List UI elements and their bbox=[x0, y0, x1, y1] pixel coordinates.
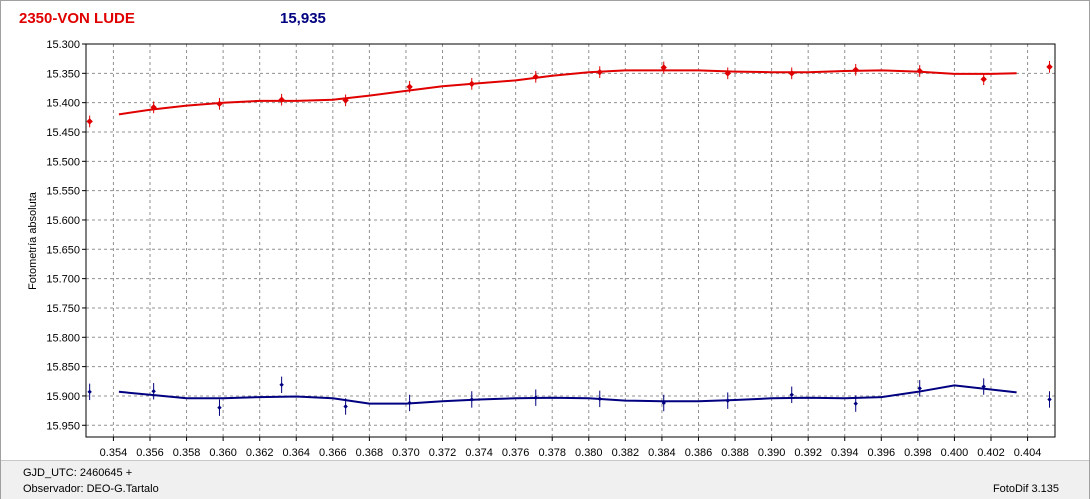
x-tick-label: 0.384 bbox=[648, 447, 676, 459]
data-point bbox=[597, 396, 602, 402]
data-point bbox=[406, 83, 413, 91]
series-layer bbox=[86, 61, 1053, 416]
x-tick-label: 0.390 bbox=[758, 447, 786, 459]
data-point bbox=[980, 75, 987, 83]
chart-window: 2350-VON LUDE 15,935 15.300 15.350 15.400 1… bbox=[0, 0, 1090, 499]
y-tick-label: 15.950 bbox=[46, 420, 80, 432]
x-tick-label: 0.358 bbox=[173, 447, 201, 459]
data-point bbox=[217, 405, 222, 410]
data-point bbox=[788, 70, 795, 77]
y-tick-label: 15.900 bbox=[46, 391, 80, 403]
y-tick-label: 15.350 bbox=[46, 68, 80, 80]
x-tick-label: 0.394 bbox=[831, 447, 859, 459]
x-tick-label: 0.402 bbox=[977, 447, 1005, 459]
x-tick-label: 0.370 bbox=[392, 447, 420, 459]
x-tick-label: 0.382 bbox=[612, 447, 640, 459]
x-tick-label: 0.392 bbox=[794, 447, 822, 459]
x-tick-label: 0.398 bbox=[904, 447, 932, 459]
x-tick-label: 0.356 bbox=[136, 447, 164, 459]
data-point bbox=[343, 404, 348, 409]
fit-curve-0 bbox=[118, 69, 1017, 116]
x-tick-label: 0.396 bbox=[868, 447, 896, 459]
data-point bbox=[853, 401, 858, 406]
x-tick-label: 0.372 bbox=[429, 447, 457, 459]
y-tick-labels: 15.300 15.350 15.400 15.450 15.500 15.550 15.6… bbox=[46, 39, 86, 432]
x-tick-label: 0.374 bbox=[465, 447, 493, 459]
data-point bbox=[852, 66, 859, 74]
data-point bbox=[725, 398, 730, 403]
x-tick-label: 0.388 bbox=[721, 447, 749, 459]
data-point bbox=[279, 382, 284, 387]
fit-curve-1 bbox=[118, 384, 1017, 405]
y-tick-label: 15.300 bbox=[46, 39, 80, 51]
x-tick-label: 0.404 bbox=[1014, 447, 1042, 459]
y-tick-label: 15.550 bbox=[46, 186, 80, 198]
version-label: FotoDif 3.135 bbox=[992, 483, 1059, 495]
data-point bbox=[596, 68, 603, 76]
y-tick-label: 15.850 bbox=[46, 362, 80, 374]
data-point bbox=[87, 389, 92, 395]
x-tick-label: 0.360 bbox=[209, 447, 237, 459]
x-tick-label: 0.354 bbox=[100, 447, 128, 459]
data-point bbox=[407, 400, 412, 406]
observer-label: Observador: DEO-G.Tartalo bbox=[23, 483, 159, 495]
data-point bbox=[278, 96, 285, 103]
x-tick-label: 0.400 bbox=[941, 447, 969, 459]
x-tick-labels: 0.354 0.356 0.358 0.360 0.362 0.364 0.366 0.368… bbox=[100, 437, 1042, 459]
y-axis-label: Fotometría absoluta bbox=[27, 191, 39, 290]
y-tick-label: 15.800 bbox=[46, 332, 80, 344]
y-tick-label: 15.650 bbox=[46, 244, 80, 256]
x-tick-label: 0.378 bbox=[538, 447, 566, 459]
x-tick-label: 0.362 bbox=[246, 447, 274, 459]
y-tick-label: 15.400 bbox=[46, 98, 80, 110]
x-tick-label: 0.364 bbox=[282, 447, 310, 459]
x-tick-label: 0.380 bbox=[575, 447, 603, 459]
y-tick-label: 15.500 bbox=[46, 156, 80, 168]
y-tick-label: 15.750 bbox=[46, 303, 80, 315]
data-point bbox=[151, 389, 156, 394]
data-point bbox=[216, 100, 223, 108]
data-point bbox=[1047, 397, 1052, 402]
x-tick-label: 0.376 bbox=[502, 447, 530, 459]
photometry-chart: 15.300 15.350 15.400 15.450 15.500 15.550 15.6… bbox=[27, 39, 1056, 459]
data-point bbox=[86, 118, 93, 125]
status-footer: GJD_UTC: 2460645 + Observador: DEO-G.Tar… bbox=[1, 460, 1089, 499]
y-tick-label: 15.450 bbox=[46, 127, 80, 139]
data-point bbox=[469, 397, 474, 402]
data-point bbox=[1046, 63, 1053, 71]
gjd-label: GJD_UTC: 2460645 + bbox=[23, 467, 133, 479]
y-tick-label: 15.700 bbox=[46, 274, 80, 286]
y-tick-label: 15.600 bbox=[46, 215, 80, 227]
x-tick-label: 0.368 bbox=[356, 447, 384, 459]
x-tick-label: 0.366 bbox=[319, 447, 347, 459]
data-point bbox=[468, 80, 475, 88]
x-tick-label: 0.386 bbox=[685, 447, 713, 459]
